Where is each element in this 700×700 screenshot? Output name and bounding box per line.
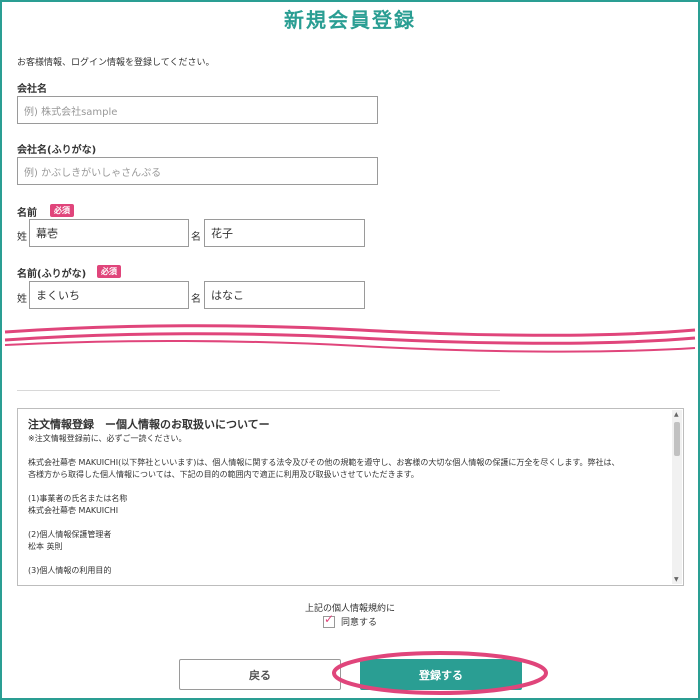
required-badge: 必須	[97, 265, 121, 278]
agreement-text: 上記の個人情報規約に	[304, 604, 395, 614]
policy-section-title: (1)事業者の氏名または名称	[28, 494, 128, 503]
agree-label: 同意する	[341, 618, 378, 628]
first-name-label: 名	[191, 232, 201, 243]
policy-content: 注文情報登録 ー個人情報のお取扱いについてー ※注文情報登録前に、必ずご一読くだ…	[28, 419, 668, 577]
scroll-down-arrow-icon[interactable]: ▼	[674, 576, 679, 583]
company-input[interactable]: 例) 株式会社sample	[17, 96, 378, 124]
agree-checkbox[interactable]: ✓	[323, 612, 335, 628]
scroll-up-arrow-icon[interactable]: ▲	[674, 411, 679, 418]
name-kana-label: 名前(ふりがな)	[17, 269, 87, 280]
required-badge: 必須	[50, 204, 74, 217]
policy-scrollbar[interactable]: ▲ ▼	[672, 410, 682, 584]
highlight-ellipse	[332, 651, 548, 695]
company-label: 会社名	[17, 84, 47, 95]
policy-heading: 注文情報登録 ー個人情報のお取扱いについてー	[28, 418, 270, 431]
back-button[interactable]: 戻る	[179, 659, 341, 690]
checkmark-icon: ✓	[324, 611, 335, 626]
section-divider	[17, 390, 500, 391]
page-title: 新規会員登録	[284, 8, 416, 32]
policy-body-line: 吝様方から取得した個人情報については、下記の目的の範囲内で適正に利用及び取扱いさ…	[28, 470, 419, 479]
policy-section-title: (2)個人情報保護管理者	[28, 530, 112, 539]
last-name-label: 姓	[17, 232, 27, 243]
company-kana-label: 会社名(ふりがな)	[17, 145, 97, 156]
policy-section-value: 松本 英則	[28, 542, 63, 551]
wave-cut-divider	[4, 324, 696, 353]
intro-text: お客様情報、ログイン情報を登録してください。	[17, 58, 215, 68]
policy-section-value: 株式会社幕壱 MAKUICHI	[28, 506, 119, 515]
scroll-thumb[interactable]	[674, 422, 680, 456]
company-kana-input[interactable]: 例) かぶしきがいしゃさんぷる	[17, 157, 378, 185]
policy-body-line: 株式会社幕壱 MAKUICHI(以下弊社といいます)は、個人情報に関する法令及び…	[28, 458, 620, 467]
first-name-kana-label: 名	[191, 294, 201, 305]
first-name-input[interactable]: 花子	[204, 219, 365, 247]
policy-note: ※注文情報登録前に、必ずご一読ください。	[28, 434, 187, 443]
last-name-input[interactable]: 幕壱	[29, 219, 189, 247]
policy-section-title: (3)個人情報の利用目的	[28, 566, 112, 575]
agreement-checkbox-row[interactable]: ✓ 同意する	[323, 612, 378, 628]
privacy-policy-box[interactable]: 注文情報登録 ー個人情報のお取扱いについてー ※注文情報登録前に、必ずご一読くだ…	[17, 408, 684, 586]
last-name-kana-input[interactable]: まくいち	[29, 281, 189, 309]
first-name-kana-input[interactable]: はなこ	[204, 281, 365, 309]
last-name-kana-label: 姓	[17, 294, 27, 305]
name-label: 名前	[17, 208, 37, 219]
